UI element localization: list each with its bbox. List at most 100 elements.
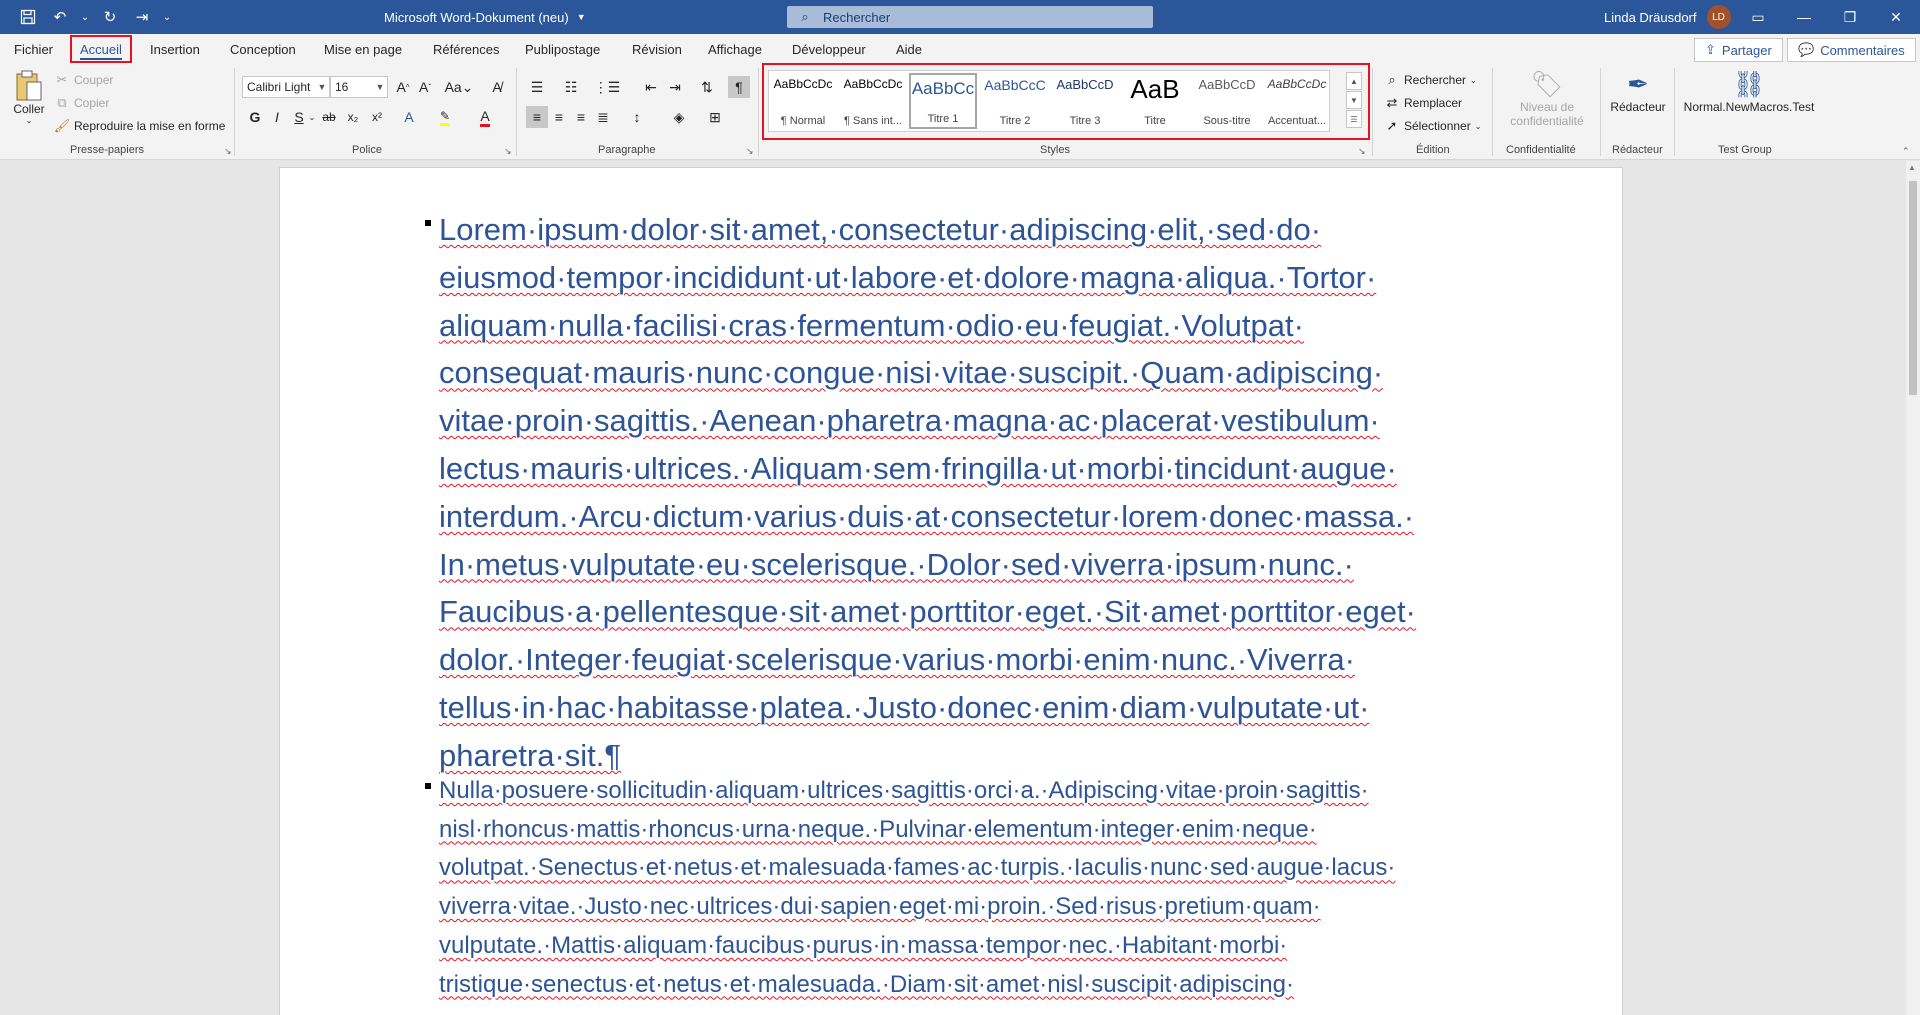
search-box[interactable]: ⌕ Rechercher (787, 6, 1153, 28)
font-color-icon[interactable]: A (474, 106, 496, 128)
heading-paragraph-1[interactable]: Lorem·ipsum·dolor·sit·amet,·consectetur·… (425, 206, 1479, 780)
heading-paragraph-2[interactable]: Nulla·posuere·sollicitudin·aliquam·ultri… (425, 772, 1479, 1004)
numbering-icon[interactable]: ☷ (560, 76, 582, 98)
line-spacing-icon[interactable]: ↕ (626, 106, 648, 128)
grow-font-icon[interactable]: A ^ (392, 76, 414, 98)
scroll-up-icon[interactable]: ▲ (1908, 163, 1916, 172)
save-icon[interactable] (14, 3, 42, 31)
increase-indent-icon[interactable]: ⇥ (664, 76, 686, 98)
font-family-select[interactable]: Calibri Light ▼ (242, 76, 330, 98)
replace-button[interactable]: ⇄ Remplacer (1384, 93, 1462, 113)
group-label-redacteur: Rédacteur (1612, 144, 1663, 156)
dialog-launcher-icon[interactable]: ↘ (746, 146, 754, 157)
document-page[interactable]: Lorem·ipsum·dolor·sit·amet,·consectetur·… (279, 167, 1623, 1015)
justify-icon[interactable]: ≣ (592, 106, 614, 128)
shading-icon[interactable]: ◈ (668, 106, 690, 128)
minimize-icon[interactable]: — (1781, 0, 1827, 34)
format-painter-button[interactable]: 🖌 Reproduire la mise en forme (54, 116, 226, 136)
tab-mise-en-page[interactable]: Mise en page (316, 38, 410, 60)
group-label-police: Police (352, 144, 382, 156)
group-label-confidentialite: Confidentialité (1506, 144, 1576, 156)
multilevel-list-icon[interactable]: ⋮☰ (594, 76, 621, 98)
tab-developpeur[interactable]: Développeur (784, 38, 874, 60)
ribbon-display-options-icon[interactable]: ▭ (1735, 0, 1781, 34)
tab-revision[interactable]: Révision (624, 38, 690, 60)
paste-button[interactable]: Coller ⌄ (10, 70, 48, 125)
macro-test-label: Normal.NewMacros.Test (1683, 100, 1815, 114)
share-icon: ⇪ (1705, 42, 1716, 57)
find-label: Rechercher (1404, 73, 1467, 87)
bullets-icon[interactable]: ☰ (526, 76, 548, 98)
dialog-launcher-icon[interactable]: ↘ (504, 146, 512, 157)
user-name: Linda Dräusdorf (1604, 9, 1697, 25)
chevron-down-icon: ⌄ (25, 116, 33, 125)
shrink-font-icon[interactable]: Aˇ (414, 76, 436, 98)
cut-label: Couper (74, 73, 114, 87)
scrollbar-thumb[interactable] (1909, 181, 1917, 395)
tab-conception[interactable]: Conception (222, 38, 304, 60)
tab-fichier[interactable]: Fichier (6, 38, 61, 60)
replace-icon: ⇄ (1386, 95, 1398, 110)
vertical-scrollbar[interactable]: ▲ (1906, 161, 1920, 1015)
tab-aide[interactable]: Aide (888, 38, 930, 60)
superscript-icon[interactable]: x² (366, 106, 388, 128)
change-case-icon[interactable]: Aa⌄ (444, 76, 474, 98)
sensitivity-button[interactable]: 🏷 Niveau de confidentialité (1500, 68, 1594, 129)
dialog-launcher-icon[interactable]: ↘ (224, 146, 232, 157)
italic-icon[interactable]: I (266, 106, 288, 128)
macro-test-button[interactable]: ⛓ Normal.NewMacros.Test (1683, 68, 1815, 115)
align-center-icon[interactable]: ≡ (548, 106, 570, 128)
clipboard-icon (13, 70, 45, 102)
copy-button[interactable]: ⧉ Copier (54, 93, 109, 113)
editor-label: Rédacteur (1610, 100, 1666, 114)
align-left-icon[interactable]: ≡ (526, 106, 548, 128)
comments-button[interactable]: 💬 Commentaires (1787, 38, 1916, 62)
comment-icon: 💬 (1798, 42, 1815, 57)
sort-icon[interactable]: ⇅ (696, 76, 718, 98)
document-title[interactable]: Microsoft Word-Dokument (neu) ▼ (384, 0, 586, 34)
font-size-select[interactable]: 16 ▼ (330, 76, 388, 98)
chevron-down-icon[interactable]: ⌄ (306, 106, 318, 128)
share-button[interactable]: ⇪ Partager (1694, 38, 1783, 62)
user-account[interactable]: Linda Dräusdorf LD (1604, 0, 1731, 34)
tab-insertion[interactable]: Insertion (142, 38, 208, 60)
chevron-down-icon: ⌄ (1474, 121, 1482, 131)
clear-formatting-icon[interactable]: A̸ (486, 76, 508, 98)
restore-icon[interactable]: ❐ (1827, 0, 1873, 34)
select-button[interactable]: ➚ Sélectionner ⌄ (1384, 116, 1482, 136)
font-size-value: 16 (335, 80, 349, 94)
customize-qat-icon[interactable]: ⌄ (160, 3, 174, 31)
find-button[interactable]: ⌕ Rechercher ⌄ (1384, 70, 1476, 90)
cut-button[interactable]: ✂ Couper (54, 70, 114, 90)
subscript-icon[interactable]: x₂ (342, 106, 364, 128)
decrease-indent-icon[interactable]: ⇤ (640, 76, 662, 98)
sensitivity-label-line2: confidentialité (1510, 114, 1584, 128)
editor-button[interactable]: ✒ Rédacteur (1608, 68, 1668, 115)
text-effects-icon[interactable]: A (398, 106, 420, 128)
copy-label: Copier (74, 96, 110, 110)
show-formatting-marks-icon[interactable]: ¶ (728, 76, 750, 98)
tab-affichage[interactable]: Affichage (700, 38, 770, 60)
undo-dropdown-icon[interactable]: ⌄ (78, 3, 92, 31)
document-title-text: Microsoft Word-Dokument (neu) (384, 9, 569, 25)
title-bar: ↶ ⌄ ↻ ⇥ ⌄ Microsoft Word-Dokument (neu) … (0, 0, 1920, 34)
borders-icon[interactable]: ⊞ (704, 106, 726, 128)
highlight-color-icon[interactable]: ✎ (434, 106, 456, 128)
group-divider (516, 68, 517, 156)
comments-label: Commentaires (1820, 42, 1905, 58)
bold-icon[interactable]: G (244, 106, 266, 128)
macro-run-icon[interactable]: ⇥ (128, 3, 156, 31)
redo-icon[interactable]: ↻ (96, 3, 124, 31)
tab-publipostage[interactable]: Publipostage (517, 38, 608, 60)
paste-label: Coller (13, 102, 45, 116)
group-label-paragraphe: Paragraphe (598, 144, 656, 156)
strikethrough-icon[interactable]: ab (318, 106, 340, 128)
collapse-ribbon-icon[interactable]: ⌃ (1902, 146, 1910, 157)
chevron-down-icon: ▼ (317, 82, 327, 92)
group-label-edition: Édition (1416, 144, 1450, 156)
tab-references[interactable]: Références (425, 38, 507, 60)
undo-icon[interactable]: ↶ (46, 3, 74, 31)
align-right-icon[interactable]: ≡ (570, 106, 592, 128)
close-icon[interactable]: ✕ (1873, 0, 1919, 34)
dialog-launcher-icon[interactable]: ↘ (1358, 146, 1366, 157)
